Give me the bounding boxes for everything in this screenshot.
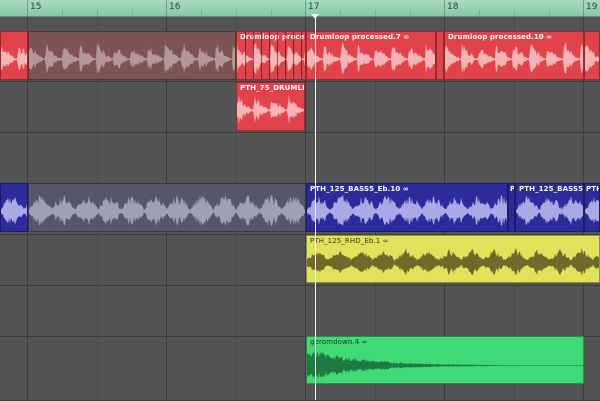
waveform bbox=[1, 47, 27, 71]
region-name: PTH bbox=[586, 185, 599, 193]
region-bass5-eb-11[interactable]: PTH_125_BASS5_Eb.11 bbox=[515, 183, 584, 232]
waveform-shape bbox=[307, 194, 507, 226]
waveform-shape bbox=[1, 196, 27, 225]
region-drumloop-processed-10[interactable]: Drumloop processed.10 ∞ bbox=[444, 31, 584, 80]
track-lane-empty[interactable] bbox=[0, 133, 600, 184]
beat-tick bbox=[549, 10, 550, 16]
bar-tick bbox=[583, 0, 584, 16]
beat-tick bbox=[97, 10, 98, 16]
beat-tick bbox=[479, 10, 480, 16]
region-rhd-eb-1[interactable]: PTH_125_RHD_Eb.1 ∞ bbox=[306, 235, 600, 283]
region-name: Drumloop processed.10 ∞ bbox=[448, 33, 553, 41]
timeline-ruler[interactable]: 15 16 17 18 19 bbox=[0, 0, 600, 17]
beat-tick bbox=[375, 10, 376, 16]
region-drumloop-small[interactable] bbox=[436, 31, 444, 80]
region-drumloop-processed-7[interactable]: Drumloop processed.7 ∞ bbox=[306, 31, 436, 80]
region-drumloop-processed-1[interactable]: Drumloop processed.1 bbox=[236, 31, 306, 80]
waveform-shape bbox=[307, 42, 435, 75]
waveform-shape bbox=[237, 95, 304, 124]
region-slice-divider bbox=[253, 32, 254, 79]
region-name: PTH_125_BASS5_Eb.10 ∞ bbox=[310, 185, 409, 193]
region-drumloop-dim[interactable] bbox=[28, 31, 236, 80]
bar-number-18: 18 bbox=[447, 2, 459, 12]
bar-tick bbox=[27, 0, 28, 16]
playhead-line[interactable] bbox=[315, 14, 316, 400]
waveform bbox=[29, 42, 235, 75]
bar-number-16: 16 bbox=[169, 2, 181, 12]
region-name: Drumloop processed.1 bbox=[240, 33, 305, 41]
waveform-shape bbox=[585, 197, 599, 224]
waveform-shape bbox=[237, 42, 305, 74]
playhead-handle-icon[interactable] bbox=[311, 14, 319, 19]
waveform-shape bbox=[29, 194, 305, 226]
region-name: PTH_75_DRUMLP7.3 ∞ bbox=[240, 84, 304, 92]
region-slice-divider bbox=[285, 32, 286, 79]
region-bass-p[interactable]: P bbox=[508, 183, 515, 232]
beat-tick bbox=[410, 10, 411, 16]
bar-tick bbox=[305, 0, 306, 16]
region-slice-divider bbox=[261, 32, 262, 79]
waveform-shape bbox=[445, 42, 583, 74]
bar-tick bbox=[166, 0, 167, 16]
waveform-shape bbox=[585, 45, 599, 72]
waveform-shape bbox=[516, 195, 583, 226]
waveform bbox=[585, 45, 599, 72]
region-slice-divider bbox=[301, 32, 302, 79]
region-name: PTH_125_BASS5_Eb.11 bbox=[519, 185, 584, 193]
waveform-shape bbox=[307, 248, 599, 276]
region-drumloop-left[interactable] bbox=[0, 31, 28, 80]
region-slice-divider bbox=[269, 32, 270, 79]
region-slice-divider bbox=[293, 32, 294, 79]
beat-tick bbox=[514, 10, 515, 16]
region-slice-divider bbox=[245, 32, 246, 79]
beat-tick bbox=[132, 10, 133, 16]
region-slice-divider bbox=[277, 32, 278, 79]
beat-tick bbox=[340, 10, 341, 16]
region-geromdown-4[interactable]: geromdown.4 ∞ bbox=[306, 336, 584, 384]
track-lane-empty-2[interactable] bbox=[0, 286, 600, 337]
waveform-shape bbox=[307, 350, 583, 380]
bar-number-19: 19 bbox=[586, 2, 598, 12]
beat-tick bbox=[62, 10, 63, 16]
waveform-shape bbox=[29, 42, 235, 75]
region-drumlp-7-3[interactable]: PTH_75_DRUMLP7.3 ∞ bbox=[236, 82, 305, 131]
waveform bbox=[1, 196, 27, 225]
region-name: geromdown.4 ∞ bbox=[310, 338, 368, 346]
bar-tick bbox=[444, 0, 445, 16]
region-bass5-eb-10[interactable]: PTH_125_BASS5_Eb.10 ∞ bbox=[306, 183, 508, 232]
beat-tick bbox=[201, 10, 202, 16]
region-bass-pth[interactable]: PTH bbox=[584, 183, 600, 232]
beat-tick bbox=[236, 10, 237, 16]
waveform bbox=[29, 194, 305, 226]
bar-number-15: 15 bbox=[30, 2, 42, 12]
region-drumloop-right[interactable] bbox=[584, 31, 600, 80]
region-name: Drumloop processed.7 ∞ bbox=[310, 33, 410, 41]
beat-tick bbox=[271, 10, 272, 16]
region-bass-left[interactable] bbox=[0, 183, 28, 232]
waveform-shape bbox=[1, 47, 27, 71]
region-name: PTH_125_RHD_Eb.1 ∞ bbox=[310, 237, 389, 245]
region-bass-dim[interactable] bbox=[28, 183, 306, 232]
bar-number-17: 17 bbox=[308, 2, 320, 12]
